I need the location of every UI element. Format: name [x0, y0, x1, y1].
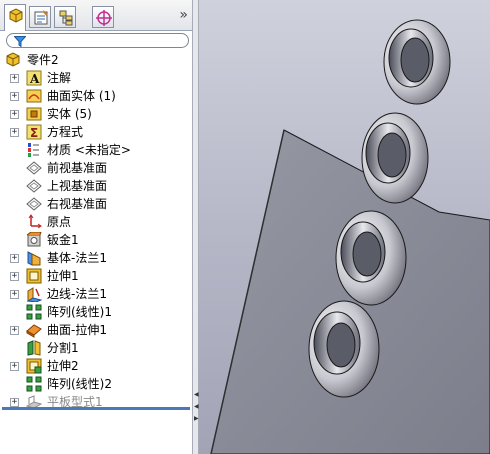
tree-item-label: 实体 (5) [47, 107, 92, 121]
tree-item-label: 上视基准面 [47, 179, 108, 193]
expand-toggle[interactable]: + [10, 74, 19, 83]
expand-toggle[interactable]: + [10, 272, 19, 281]
rollback-bar[interactable] [2, 407, 190, 410]
tree-item-label: 材质 <未指定> [47, 143, 131, 157]
split-icon [27, 340, 41, 356]
tree-item-edge-flange[interactable]: + 边线-法兰1 [0, 285, 192, 303]
tab-dimxpert-manager[interactable] [92, 6, 114, 28]
tree-item-label: 基体-法兰1 [47, 251, 107, 265]
expand-toggle[interactable]: + [10, 290, 19, 299]
tree-item-surface-extrude[interactable]: + 曲面-拉伸1 [0, 321, 192, 339]
tree-item-label: 注解 [47, 71, 72, 85]
tree-item-label: 方程式 [47, 125, 84, 139]
plane-icon [26, 197, 42, 211]
tree-item-front-plane[interactable]: 前视基准面 [0, 159, 192, 177]
tree-item-linear-pattern-2[interactable]: 阵列(线性)2 [0, 375, 192, 393]
tree-item-material[interactable]: 材质 <未指定> [0, 141, 192, 159]
tab-feature-manager[interactable] [4, 4, 26, 31]
feature-manager-icon [9, 8, 23, 23]
feature-filter-input[interactable] [6, 33, 189, 48]
base-flange-icon [27, 251, 41, 266]
origin-icon [28, 214, 42, 229]
feature-manager-panel: » 零件2 + A 注解 + 曲面实体 (1) + 实体 (5) + Σ 方程式… [0, 0, 192, 454]
feature-tree: 零件2 + A 注解 + 曲面实体 (1) + 实体 (5) + Σ 方程式 材… [0, 51, 192, 411]
solid-bodies-icon [26, 107, 42, 121]
tree-item-label: 分割1 [47, 341, 79, 355]
more-tabs-chevron-icon[interactable]: » [179, 7, 187, 23]
tree-item-label: 拉伸1 [47, 269, 79, 283]
extrude-icon [26, 358, 42, 374]
filter-icon [14, 36, 26, 47]
graphics-viewport[interactable] [199, 0, 490, 454]
tree-item-label: 原点 [47, 215, 72, 229]
plane-icon [26, 161, 42, 175]
tree-root-label: 零件2 [27, 53, 59, 67]
sheet-metal-icon [26, 232, 42, 247]
tree-item-label: 阵列(线性)2 [47, 377, 112, 391]
tree-item-extrude-1[interactable]: + 拉伸1 [0, 267, 192, 285]
annotations-icon: A [26, 70, 42, 86]
tree-item-label: 钣金1 [47, 233, 79, 247]
part-icon [6, 52, 20, 67]
expand-toggle[interactable]: + [10, 92, 19, 101]
tree-item-label: 前视基准面 [47, 161, 108, 175]
tree-item-annotations[interactable]: + A 注解 [0, 69, 192, 87]
linear-pattern-icon [26, 376, 42, 392]
tree-item-top-plane[interactable]: 上视基准面 [0, 177, 192, 195]
expand-toggle[interactable]: + [10, 398, 19, 407]
extrude-icon [26, 268, 42, 284]
tree-item-solid-bodies[interactable]: + 实体 (5) [0, 105, 192, 123]
material-icon [28, 143, 39, 157]
tree-item-label: 曲面实体 (1) [47, 89, 116, 103]
tree-item-extrude-2[interactable]: + 拉伸2 [0, 357, 192, 375]
expand-toggle[interactable]: + [10, 362, 19, 371]
tab-property-manager[interactable] [29, 6, 51, 28]
panel-tab-bar: » [0, 0, 192, 31]
tree-item-surface-bodies[interactable]: + 曲面实体 (1) [0, 87, 192, 105]
surface-extrude-icon [26, 324, 42, 338]
tree-item-split[interactable]: 分割1 [0, 339, 192, 357]
tree-item-right-plane[interactable]: 右视基准面 [0, 195, 192, 213]
linear-pattern-icon [26, 304, 42, 320]
property-manager-icon [34, 10, 48, 25]
tree-item-label: 拉伸2 [47, 359, 79, 373]
tree-item-label: 右视基准面 [47, 197, 108, 211]
tab-configuration-manager[interactable] [54, 6, 76, 28]
svg-text:Σ: Σ [30, 126, 38, 140]
tree-item-label: 边线-法兰1 [47, 287, 107, 301]
panel-splitter[interactable]: ◀ ◀ ▶ [192, 0, 199, 454]
sheet-metal-part-model [210, 19, 490, 454]
tree-item-label: 曲面-拉伸1 [47, 323, 107, 337]
expand-toggle[interactable]: + [10, 326, 19, 335]
tree-item-linear-pattern-1[interactable]: 阵列(线性)1 [0, 303, 192, 321]
configuration-manager-icon [59, 10, 73, 26]
expand-toggle[interactable]: + [10, 254, 19, 263]
surface-bodies-icon [26, 89, 42, 103]
expand-toggle[interactable]: + [10, 128, 19, 137]
edge-flange-icon [26, 287, 42, 302]
tree-item-label: 阵列(线性)1 [47, 305, 112, 319]
equations-icon: Σ [26, 124, 42, 140]
tree-item-equations[interactable]: + Σ 方程式 [0, 123, 192, 141]
tree-item-sheet-metal[interactable]: 钣金1 [0, 231, 192, 249]
dimxpert-manager-icon [96, 10, 112, 26]
tree-item-origin[interactable]: 原点 [0, 213, 192, 231]
svg-text:A: A [29, 72, 40, 86]
plane-icon [26, 179, 42, 193]
tree-root-part[interactable]: 零件2 [0, 51, 192, 69]
expand-toggle[interactable]: + [10, 110, 19, 119]
tree-item-base-flange[interactable]: + 基体-法兰1 [0, 249, 192, 267]
